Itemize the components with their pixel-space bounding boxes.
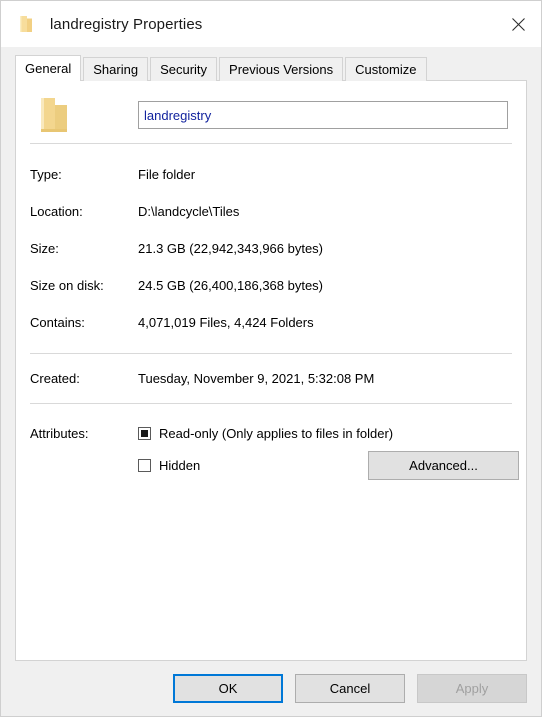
property-row-size: Size: 21.3 GB (22,942,343,966 bytes) (16, 230, 526, 267)
hidden-label: Hidden (159, 457, 201, 473)
property-label: Type: (30, 167, 62, 182)
advanced-button[interactable]: Advanced... (368, 450, 519, 480)
tab-general[interactable]: General (15, 55, 82, 81)
properties-dialog: landregistry Properties General Sharing … (0, 0, 542, 717)
property-value: D:\landcycle\Tiles (138, 204, 240, 219)
folder-name-input[interactable] (138, 101, 508, 129)
hidden-checkbox[interactable] (138, 458, 151, 472)
cancel-button[interactable]: Cancel (295, 674, 405, 703)
attributes-section: Attributes: Read-only (Only applies to f… (16, 404, 526, 482)
properties-list: Type: File folder Location: D:\landcycle… (16, 144, 526, 353)
property-row-type: Type: File folder (16, 156, 526, 193)
tab-previous-versions[interactable]: Previous Versions (219, 57, 344, 81)
property-label: Location: (30, 204, 83, 219)
property-row-created: Created: Tuesday, November 9, 2021, 5:32… (16, 360, 526, 397)
general-tab-panel: Type: File folder Location: D:\landcycle… (15, 80, 527, 661)
tab-sharing[interactable]: Sharing (83, 57, 149, 81)
window-title: landregistry Properties (50, 15, 203, 33)
readonly-checkbox[interactable] (138, 426, 151, 440)
property-label: Contains: (30, 315, 85, 330)
property-value: 4,071,019 Files, 4,424 Folders (138, 315, 314, 330)
close-icon[interactable] (495, 1, 541, 47)
folder-icon (30, 95, 78, 135)
folder-name-row (16, 81, 526, 143)
attributes-label: Attributes: (30, 425, 89, 441)
property-value: 21.3 GB (22,942,343,966 bytes) (138, 241, 324, 256)
ok-button[interactable]: OK (173, 674, 283, 703)
property-value: 24.5 GB (26,400,186,368 bytes) (138, 278, 324, 293)
tab-security[interactable]: Security (150, 57, 218, 81)
property-row-size-on-disk: Size on disk: 24.5 GB (26,400,186,368 by… (16, 267, 526, 304)
dialog-footer: OK Cancel Apply (1, 661, 541, 716)
property-label: Size on disk: (30, 278, 104, 293)
folder-icon (18, 15, 34, 33)
created-label: Created: (30, 371, 80, 386)
tab-strip: General Sharing Security Previous Versio… (15, 55, 541, 81)
property-row-location: Location: D:\landcycle\Tiles (16, 193, 526, 230)
property-label: Size: (30, 241, 59, 256)
attribute-hidden-row: Hidden Advanced... (30, 448, 526, 482)
title-bar: landregistry Properties (1, 1, 541, 47)
created-value: Tuesday, November 9, 2021, 5:32:08 PM (138, 371, 375, 386)
apply-button[interactable]: Apply (417, 674, 527, 703)
tab-customize[interactable]: Customize (345, 57, 427, 81)
property-row-contains: Contains: 4,071,019 Files, 4,424 Folders (16, 304, 526, 341)
readonly-label: Read-only (Only applies to files in fold… (159, 425, 394, 441)
property-value: File folder (138, 167, 196, 182)
attribute-readonly-row: Attributes: Read-only (Only applies to f… (30, 418, 526, 448)
